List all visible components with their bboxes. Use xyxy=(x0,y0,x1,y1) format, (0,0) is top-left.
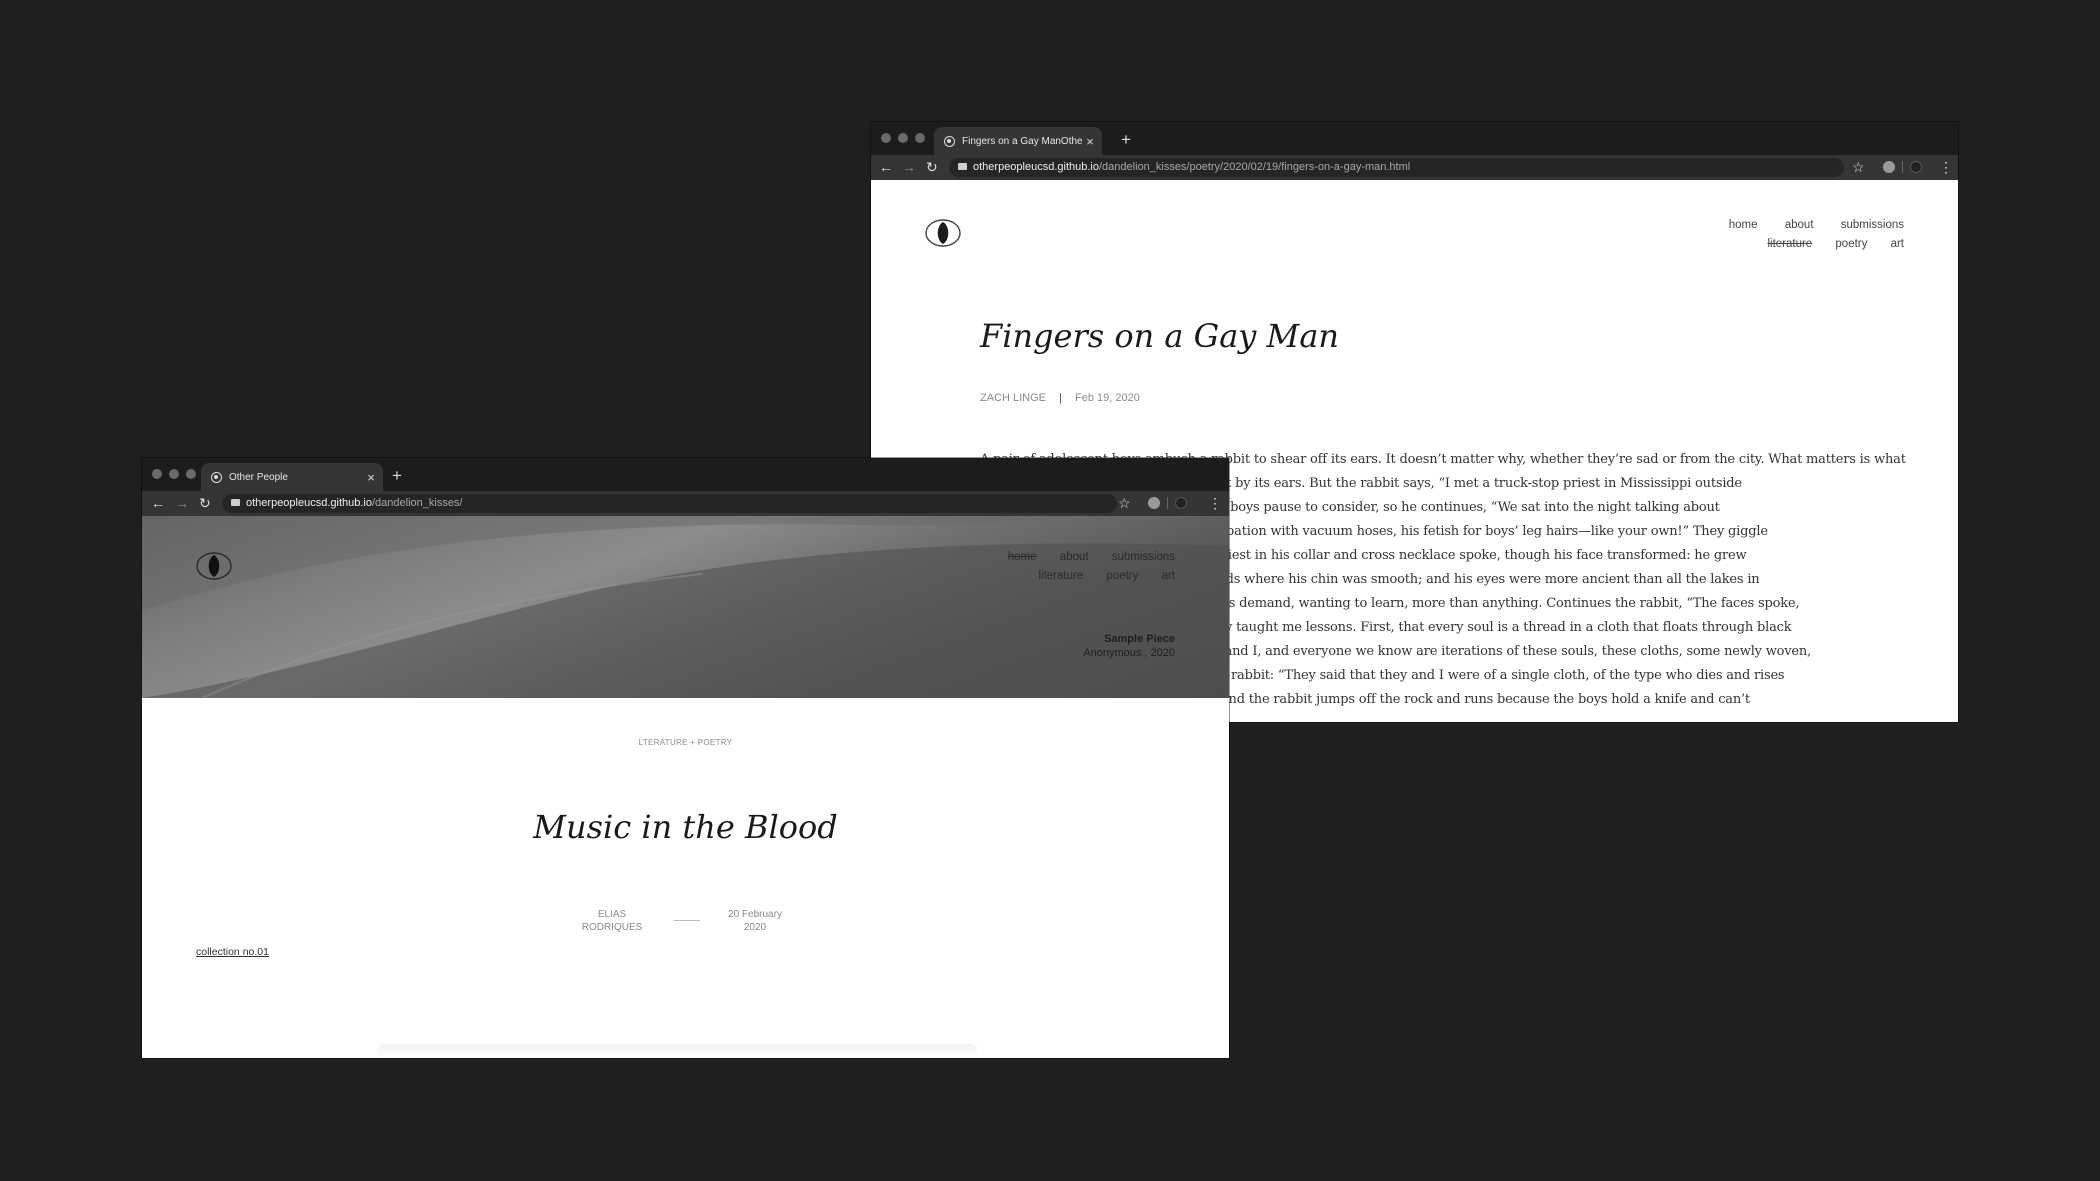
address-bar[interactable]: otherpeopleucsd.github.io/dandelion_kiss… xyxy=(949,158,1844,177)
url-path: /dandelion_kisses/poetry/2020/02/19/fing… xyxy=(1098,161,1411,173)
hero-caption-title[interactable]: Sample Piece xyxy=(1083,632,1175,646)
profile-avatar[interactable] xyxy=(1175,497,1187,509)
browser-toolbar: ← → ↻ otherpeopleucsd.github.io/dandelio… xyxy=(871,155,1958,180)
featured-meta: ELIAS RODRIQUES 20 February 2020 xyxy=(142,908,1229,938)
top-nav: home about submissions literature poetry… xyxy=(1008,548,1175,586)
featured-author: ELIAS RODRIQUES xyxy=(572,908,652,934)
nav-literature-link[interactable]: literature xyxy=(1038,570,1083,582)
url-host: otherpeopleucsd.github.io xyxy=(973,161,1099,173)
maximize-window-dot[interactable] xyxy=(915,133,925,143)
hero-caption-sub: Anonymous , 2020 xyxy=(1083,647,1175,659)
nav-about-link[interactable]: about xyxy=(1060,551,1089,563)
tab-other-people[interactable]: Other People × xyxy=(201,463,383,491)
tab-title: Other People xyxy=(229,471,288,483)
tab-fingers[interactable]: Fingers on a Gay ManOther People × xyxy=(934,127,1102,155)
nav-submissions-link[interactable]: submissions xyxy=(1841,219,1904,231)
reload-icon[interactable]: ↻ xyxy=(926,158,938,176)
lock-icon xyxy=(958,163,967,170)
byline-divider: | xyxy=(1059,392,1062,404)
top-nav: home about submissions literature poetry… xyxy=(1729,216,1904,254)
hero-caption: Sample Piece Anonymous , 2020 xyxy=(1083,632,1175,660)
byline: ZACH LINGE | Feb 19, 2020 xyxy=(980,392,1140,404)
tab-strip: Fingers on a Gay ManOther People × + xyxy=(871,122,1958,155)
profile-avatar[interactable] xyxy=(1910,161,1922,173)
new-tab-icon[interactable]: + xyxy=(1121,130,1131,150)
address-bar[interactable]: otherpeopleucsd.github.io/dandelion_kiss… xyxy=(222,494,1117,513)
back-arrow-icon[interactable]: ← xyxy=(151,494,165,512)
nav-poetry-link[interactable]: poetry xyxy=(1835,238,1867,250)
toolbar-divider xyxy=(1902,161,1903,173)
minimize-window-dot[interactable] xyxy=(169,469,179,479)
nav-literature-link[interactable]: literature xyxy=(1767,238,1812,250)
tab-title: Fingers on a Gay ManOther People xyxy=(962,135,1082,147)
featured-date: 20 February 2020 xyxy=(708,908,802,934)
window-controls xyxy=(152,469,196,479)
globe-icon xyxy=(211,471,222,483)
footer-shadow xyxy=(377,1044,977,1058)
featured-title[interactable]: Music in the Blood xyxy=(142,808,1229,846)
hero-image xyxy=(142,516,1229,698)
window-controls xyxy=(881,133,925,143)
back-arrow-icon[interactable]: ← xyxy=(879,158,893,176)
url-host: otherpeopleucsd.github.io xyxy=(246,497,372,509)
category-label: LTERATURE + POETRY xyxy=(638,738,733,747)
nav-submissions-link[interactable]: submissions xyxy=(1112,551,1175,563)
tab-strip: Other People × + xyxy=(142,458,1229,491)
menu-kebab-icon[interactable]: ⋮ xyxy=(1939,158,1953,176)
tab-close-icon[interactable]: × xyxy=(363,470,379,485)
page-title: Fingers on a Gay Man xyxy=(980,317,1339,355)
nav-home-link[interactable]: home xyxy=(1729,219,1758,231)
nav-art-link[interactable]: art xyxy=(1162,570,1175,582)
date-line: 2020 xyxy=(743,922,767,933)
browser-toolbar: ← → ↻ otherpeopleucsd.github.io/dandelio… xyxy=(142,491,1229,516)
hero-texture xyxy=(142,516,1229,698)
maximize-window-dot[interactable] xyxy=(186,469,196,479)
meta-divider xyxy=(674,920,700,921)
nav-row-secondary: literature poetry art xyxy=(1729,235,1904,254)
menu-kebab-icon[interactable]: ⋮ xyxy=(1208,494,1222,512)
nav-row-primary: home about submissions xyxy=(1008,548,1175,567)
close-window-dot[interactable] xyxy=(152,469,162,479)
nav-about-link[interactable]: about xyxy=(1785,219,1814,231)
collection-link[interactable]: collection no.01 xyxy=(196,946,269,958)
author-name: ZACH LINGE xyxy=(980,392,1047,404)
nav-home-link[interactable]: home xyxy=(1008,551,1037,563)
tab-close-icon[interactable]: × xyxy=(1082,134,1098,149)
close-window-dot[interactable] xyxy=(881,133,891,143)
extension-icon[interactable] xyxy=(1148,497,1160,509)
nav-poetry-link[interactable]: poetry xyxy=(1106,570,1138,582)
bookmark-star-icon[interactable]: ☆ xyxy=(1852,158,1865,176)
nav-row-secondary: literature poetry art xyxy=(1008,567,1175,586)
forward-arrow-icon[interactable]: → xyxy=(902,158,916,176)
author-line: RODRIQUES xyxy=(581,922,643,933)
reload-icon[interactable]: ↻ xyxy=(199,494,211,512)
publish-date: Feb 19, 2020 xyxy=(1075,392,1140,404)
other-people-logo[interactable] xyxy=(194,550,234,582)
lock-icon xyxy=(231,499,240,506)
date-line: 20 February xyxy=(728,909,782,920)
browser-window-music: Other People × + ← → ↻ otherpeopleucsd.g… xyxy=(142,458,1229,1058)
nav-art-link[interactable]: art xyxy=(1891,238,1904,250)
page-home: home about submissions literature poetry… xyxy=(142,516,1229,1058)
url-path: /dandelion_kisses/ xyxy=(371,497,463,509)
bookmark-star-icon[interactable]: ☆ xyxy=(1118,494,1131,512)
minimize-window-dot[interactable] xyxy=(898,133,908,143)
toolbar-divider xyxy=(1167,497,1168,509)
author-line: ELIAS xyxy=(597,909,627,920)
other-people-logo[interactable] xyxy=(923,217,963,249)
extension-icon[interactable] xyxy=(1883,161,1895,173)
globe-icon xyxy=(944,135,955,147)
new-tab-icon[interactable]: + xyxy=(392,466,402,486)
forward-arrow-icon[interactable]: → xyxy=(175,494,189,512)
nav-row-primary: home about submissions xyxy=(1729,216,1904,235)
